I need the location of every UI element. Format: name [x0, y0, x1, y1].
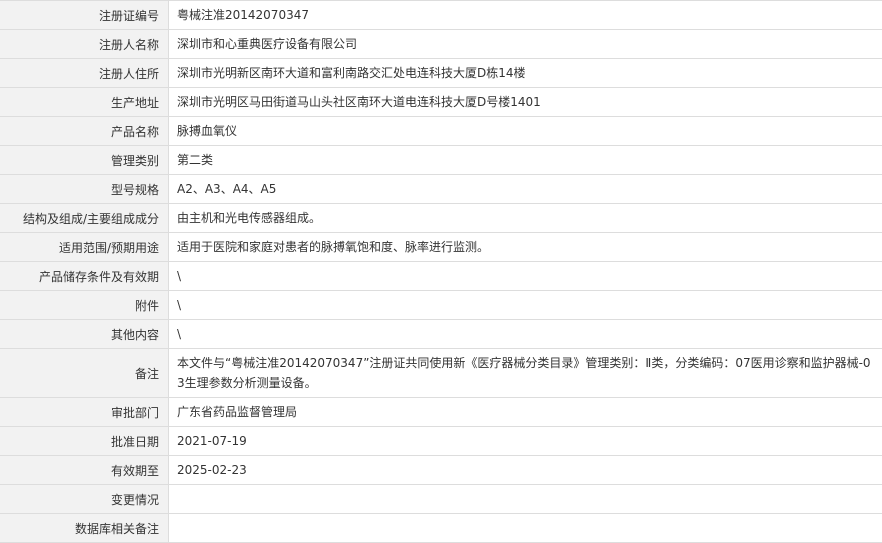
field-value: \	[169, 262, 882, 290]
table-row-registrant-name: 注册人名称 深圳市和心重典医疗设备有限公司	[0, 30, 882, 59]
table-row-attachments: 附件 \	[0, 291, 882, 320]
field-label: 数据库相关备注	[0, 514, 169, 542]
table-row-production-address: 生产地址 深圳市光明区马田街道马山头社区南环大道电连科技大厦D号楼1401	[0, 88, 882, 117]
field-value: 广东省药品监督管理局	[169, 398, 882, 426]
table-row-remarks: 备注 本文件与“粤械注准20142070347”注册证共同使用新《医疗器械分类目…	[0, 349, 882, 398]
field-label: 管理类别	[0, 146, 169, 174]
table-row-valid-until: 有效期至 2025-02-23	[0, 456, 882, 485]
field-value: A2、A3、A4、A5	[169, 175, 882, 203]
field-value: 适用于医院和家庭对患者的脉搏氧饱和度、脉率进行监测。	[169, 233, 882, 261]
table-row-management-category: 管理类别 第二类	[0, 146, 882, 175]
field-label: 产品名称	[0, 117, 169, 145]
field-value: 2025-02-23	[169, 456, 882, 484]
field-value	[169, 485, 882, 513]
field-label: 变更情况	[0, 485, 169, 513]
table-row-registration-number: 注册证编号 粤械注准20142070347	[0, 1, 882, 30]
table-row-change-history: 变更情况	[0, 485, 882, 514]
table-row-intended-use: 适用范围/预期用途 适用于医院和家庭对患者的脉搏氧饱和度、脉率进行监测。	[0, 233, 882, 262]
field-label: 注册人名称	[0, 30, 169, 58]
table-row-product-name: 产品名称 脉搏血氧仪	[0, 117, 882, 146]
field-label: 其他内容	[0, 320, 169, 348]
field-label: 附件	[0, 291, 169, 319]
table-row-registrant-address: 注册人住所 深圳市光明新区南环大道和富利南路交汇处电连科技大厦D栋14楼	[0, 59, 882, 88]
field-value: 深圳市光明区马田街道马山头社区南环大道电连科技大厦D号楼1401	[169, 88, 882, 116]
field-value: 深圳市和心重典医疗设备有限公司	[169, 30, 882, 58]
table-row-other-content: 其他内容 \	[0, 320, 882, 349]
field-label: 批准日期	[0, 427, 169, 455]
table-row-approval-department: 审批部门 广东省药品监督管理局	[0, 398, 882, 427]
field-label: 注册证编号	[0, 1, 169, 29]
registration-info-table: 注册证编号 粤械注准20142070347 注册人名称 深圳市和心重典医疗设备有…	[0, 0, 882, 543]
field-label: 型号规格	[0, 175, 169, 203]
field-label: 生产地址	[0, 88, 169, 116]
table-row-storage-validity: 产品储存条件及有效期 \	[0, 262, 882, 291]
field-value: \	[169, 320, 882, 348]
field-value: 深圳市光明新区南环大道和富利南路交汇处电连科技大厦D栋14楼	[169, 59, 882, 87]
field-value: \	[169, 291, 882, 319]
field-label: 产品储存条件及有效期	[0, 262, 169, 290]
table-row-structure-composition: 结构及组成/主要组成成分 由主机和光电传感器组成。	[0, 204, 882, 233]
field-value: 由主机和光电传感器组成。	[169, 204, 882, 232]
field-label: 适用范围/预期用途	[0, 233, 169, 261]
table-row-approval-date: 批准日期 2021-07-19	[0, 427, 882, 456]
field-label: 注册人住所	[0, 59, 169, 87]
field-value	[169, 514, 882, 542]
field-label: 审批部门	[0, 398, 169, 426]
field-value: 粤械注准20142070347	[169, 1, 882, 29]
table-row-model-spec: 型号规格 A2、A3、A4、A5	[0, 175, 882, 204]
field-label: 结构及组成/主要组成成分	[0, 204, 169, 232]
field-value: 2021-07-19	[169, 427, 882, 455]
field-value: 第二类	[169, 146, 882, 174]
field-value: 本文件与“粤械注准20142070347”注册证共同使用新《医疗器械分类目录》管…	[169, 349, 882, 397]
field-label: 有效期至	[0, 456, 169, 484]
field-value: 脉搏血氧仪	[169, 117, 882, 145]
field-label: 备注	[0, 349, 169, 397]
